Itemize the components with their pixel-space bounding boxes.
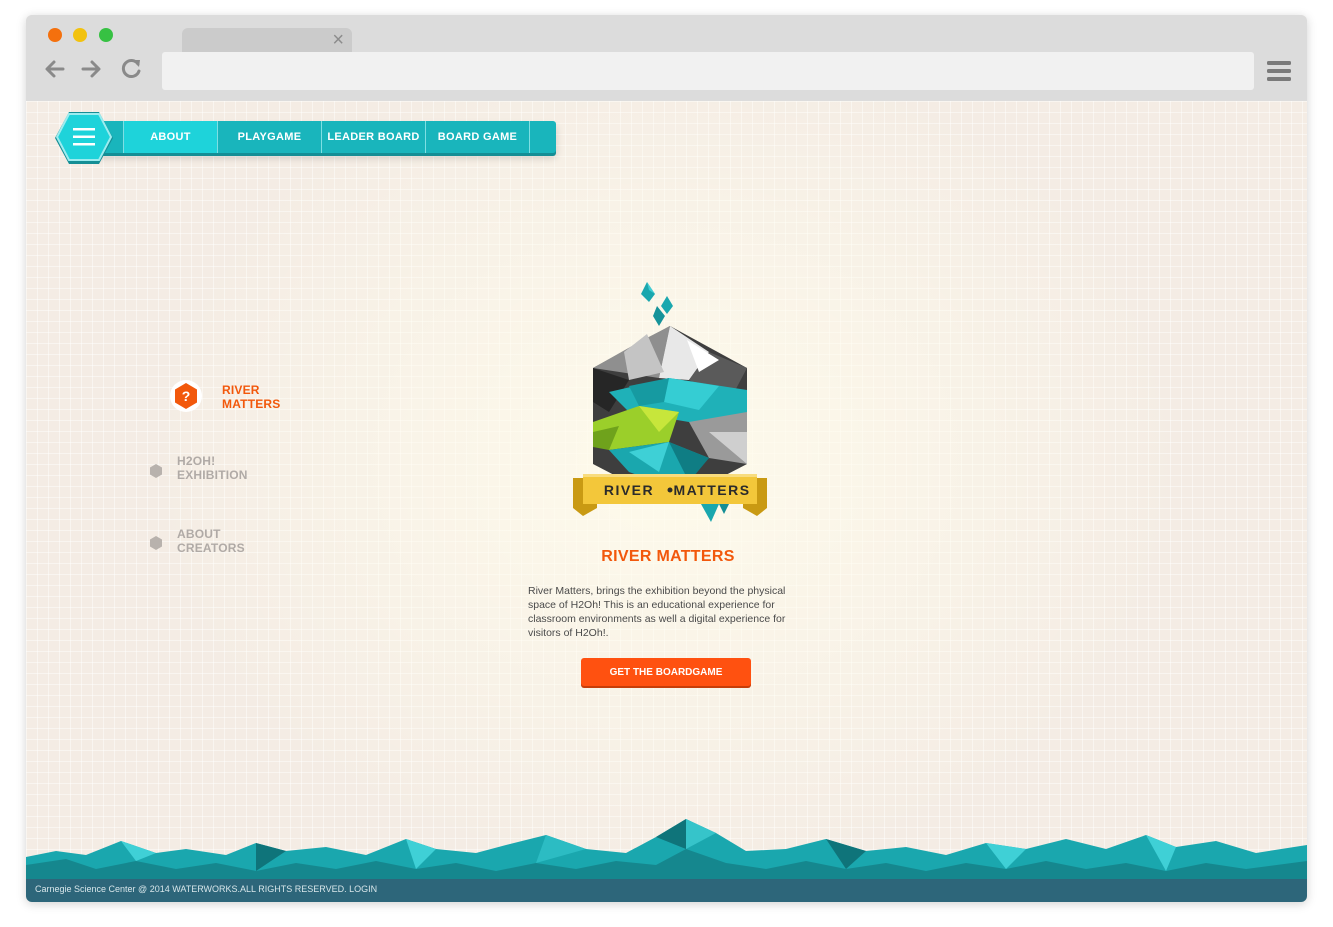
tab-close-icon[interactable]: × xyxy=(332,29,344,51)
side-item-label: ABOUT CREATORS xyxy=(177,527,245,555)
top-navigation: ABOUT PLAYGAME LEADER BOARD BOARD GAME xyxy=(94,121,556,153)
browser-chrome: × xyxy=(26,15,1307,101)
hexagon-bullet-icon xyxy=(150,464,162,478)
side-item-label: H2OH! EXHIBITION xyxy=(177,454,248,482)
section-description: River Matters, brings the exhibition bey… xyxy=(528,585,786,639)
maximize-window-button[interactable] xyxy=(99,28,113,42)
browser-window: × ABOUT PLAYGAME LEADER BOARD BOARD GAME… xyxy=(26,15,1307,902)
side-item-about-creators[interactable]: ABOUT CREATORS xyxy=(148,527,245,555)
close-window-button[interactable] xyxy=(48,28,62,42)
side-item-label: RIVER MATTERS xyxy=(222,383,281,411)
reload-icon[interactable] xyxy=(118,56,144,82)
river-matters-logo: RIVER MATTERS xyxy=(573,282,767,522)
nav-item-about[interactable]: ABOUT xyxy=(123,121,217,153)
get-boardgame-button[interactable]: GET THE BOARDGAME xyxy=(581,658,751,686)
svg-text:?: ? xyxy=(182,388,191,404)
nav-item-leader-board[interactable]: LEADER BOARD xyxy=(321,121,425,153)
question-hex-icon: ? xyxy=(170,380,202,412)
back-arrow-icon[interactable] xyxy=(42,56,68,82)
mountain-border-decoration xyxy=(26,819,1307,879)
address-bar[interactable] xyxy=(162,52,1254,90)
minimize-window-button[interactable] xyxy=(73,28,87,42)
svg-text:RIVER: RIVER xyxy=(604,482,654,498)
browser-tab[interactable]: × xyxy=(182,28,352,52)
side-item-h2oh-exhibition[interactable]: H2OH! EXHIBITION xyxy=(148,454,248,482)
footer: Carnegie Science Center @ 2014 WATERWORK… xyxy=(26,879,1307,902)
nav-item-playgame[interactable]: PLAYGAME xyxy=(217,121,321,153)
forward-arrow-icon[interactable] xyxy=(78,56,104,82)
section-title: RIVER MATTERS xyxy=(601,548,735,565)
side-item-river-matters[interactable]: ? RIVER MATTERS xyxy=(169,379,281,413)
hexagon-bullet-icon xyxy=(150,536,162,550)
browser-menu-icon[interactable] xyxy=(1266,58,1292,84)
footer-copyright[interactable]: Carnegie Science Center @ 2014 WATERWORK… xyxy=(35,884,377,894)
svg-text:MATTERS: MATTERS xyxy=(673,482,750,498)
page-viewport: ABOUT PLAYGAME LEADER BOARD BOARD GAME ?… xyxy=(26,101,1307,902)
hamburger-menu-icon[interactable] xyxy=(54,110,114,166)
nav-item-board-game[interactable]: BOARD GAME xyxy=(425,121,530,153)
